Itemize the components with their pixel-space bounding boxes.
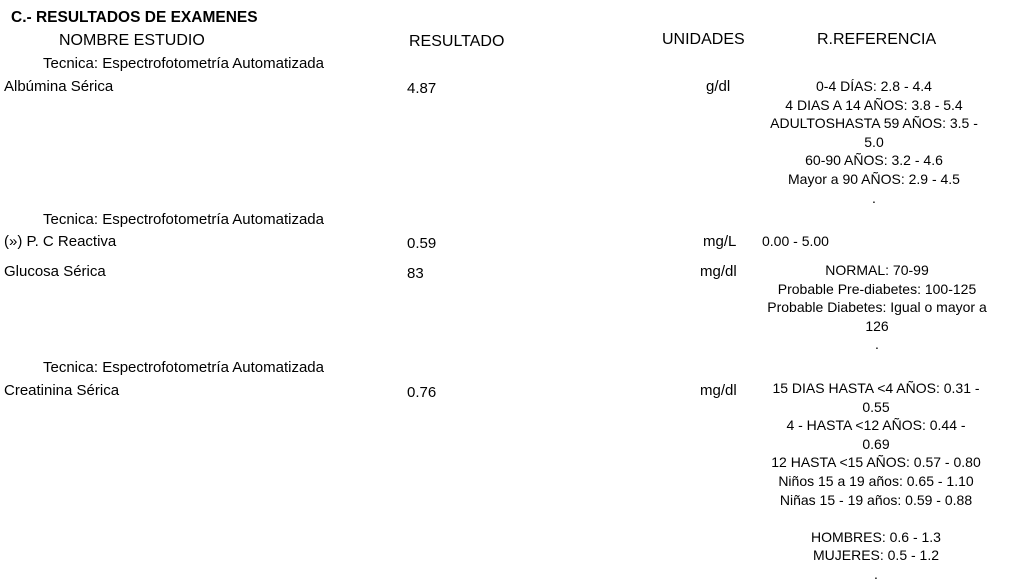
result-value: 0.76	[407, 384, 437, 401]
technique-label: Tecnica: Espectrofotometría Automatizada	[43, 359, 324, 376]
study-name: Glucosa Sérica	[4, 263, 106, 280]
result-value: 0.59	[407, 235, 437, 252]
reference-range: NORMAL: 70-99 Probable Pre-diabetes: 100…	[759, 261, 995, 354]
reference-line: 0.69	[862, 435, 890, 452]
reference-range: 0-4 DÍAS: 2.8 - 4.4 4 DIAS A 14 AÑOS: 3.…	[756, 77, 992, 207]
study-name: Creatinina Sérica	[4, 382, 120, 399]
units-value: g/dl	[706, 78, 731, 95]
reference-line: 12 HASTA <15 AÑOS: 0.57 - 0.80	[771, 454, 981, 471]
units-value: mg/L	[703, 233, 737, 250]
technique-label: Tecnica: Espectrofotometría Automatizada	[43, 55, 324, 72]
header-units: UNIDADES	[662, 31, 745, 48]
reference-line: Mayor a 90 AÑOS: 2.9 - 4.5	[788, 170, 960, 187]
reference-line: 4 - HASTA <12 AÑOS: 0.44 -	[786, 417, 966, 434]
units-value: mg/dl	[700, 382, 737, 399]
reference-range: 15 DIAS HASTA <4 AÑOS: 0.31 - 0.55 4 - H…	[758, 379, 994, 584]
section-title: C.- RESULTADOS DE EXAMENES	[11, 9, 258, 26]
reference-line: 60-90 AÑOS: 3.2 - 4.6	[805, 152, 943, 169]
reference-line: HOMBRES: 0.6 - 1.3	[811, 528, 941, 545]
reference-line: 4 DIAS A 14 AÑOS: 3.8 - 5.4	[785, 96, 963, 113]
result-value: 83	[407, 265, 424, 282]
reference-line: 0-4 DÍAS: 2.8 - 4.4	[816, 78, 932, 94]
reference-line: Probable Diabetes: Igual o mayor a	[767, 299, 987, 316]
reference-line: .	[875, 336, 879, 353]
reference-line: 0.55	[862, 398, 890, 415]
header-reference: R.REFERENCIA	[817, 31, 937, 48]
reference-line: 5.0	[864, 133, 884, 150]
reference-line: 126	[865, 317, 889, 334]
reference-line: 15 DIAS HASTA <4 AÑOS: 0.31 -	[772, 380, 980, 396]
reference-line: NORMAL: 70-99	[825, 262, 929, 278]
result-value: 4.87	[407, 80, 437, 97]
technique-label: Tecnica: Espectrofotometría Automatizada	[43, 211, 324, 228]
study-name: (») P. C Reactiva	[4, 233, 117, 250]
reference-line: .	[872, 189, 876, 206]
units-value: mg/dl	[700, 263, 737, 280]
reference-range: 0.00 - 5.00	[762, 233, 829, 249]
reference-line: MUJERES: 0.5 - 1.2	[812, 547, 940, 564]
reference-line: Probable Pre-diabetes: 100-125	[777, 280, 977, 297]
header-result: RESULTADO	[409, 33, 505, 50]
reference-line	[758, 509, 994, 528]
reference-line: ADULTOSHASTA 59 AÑOS: 3.5 -	[770, 115, 978, 132]
reference-line: Niños 15 a 19 años: 0.65 - 1.10	[778, 472, 974, 489]
study-name: Albúmina Sérica	[4, 78, 114, 95]
header-study: NOMBRE ESTUDIO	[59, 32, 205, 49]
reference-line: Niñas 15 - 19 años: 0.59 - 0.88	[779, 491, 973, 508]
